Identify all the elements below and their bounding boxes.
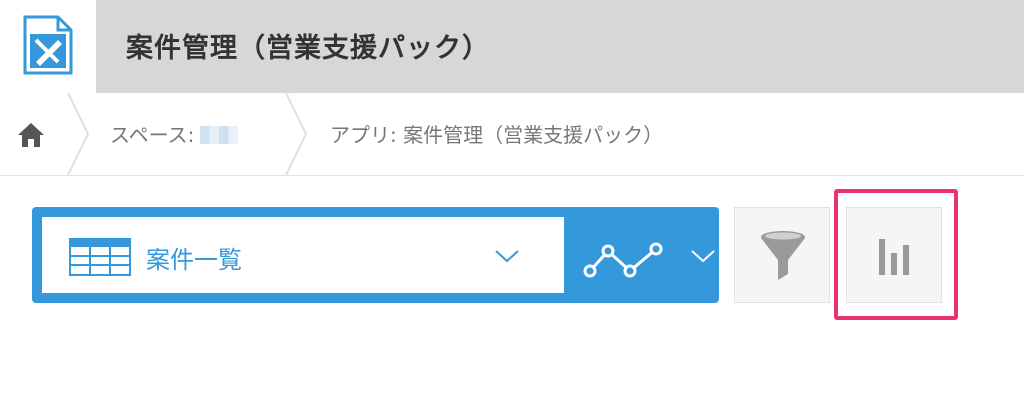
app-pencil-icon[interactable] <box>22 14 74 76</box>
breadcrumb-app[interactable]: アプリ: 案件管理（営業支援パック） <box>330 119 663 148</box>
chevron-down-icon <box>495 250 519 263</box>
breadcrumb-separator <box>67 93 90 175</box>
breadcrumb-separator <box>285 93 308 175</box>
view-name: 案件一覧 <box>146 246 242 274</box>
redacted-space-name <box>200 126 239 144</box>
view-dropdown[interactable]: 案件一覧 <box>42 217 564 293</box>
view-selector: 案件一覧 <box>32 207 719 303</box>
chevron-down-icon[interactable] <box>690 247 716 265</box>
breadcrumb: スペース: アプリ: 案件管理（営業支援パック） <box>0 93 1024 176</box>
app-header: 案件管理（営業支援パック） <box>0 0 1024 93</box>
graph-button[interactable] <box>846 207 942 303</box>
breadcrumb-space-label: スペース: <box>110 123 195 147</box>
table-icon <box>69 238 131 276</box>
filter-icon <box>761 231 805 280</box>
line-graph-icon[interactable] <box>582 239 666 279</box>
breadcrumb-space[interactable]: スペース: <box>110 119 239 148</box>
page-title: 案件管理（営業支援パック） <box>126 33 490 64</box>
home-icon[interactable] <box>14 117 48 151</box>
app-icon-container[interactable] <box>0 0 96 93</box>
title-bar: 案件管理（営業支援パック） <box>96 0 1024 93</box>
filter-button[interactable] <box>734 207 830 303</box>
bar-chart-icon <box>879 239 909 275</box>
